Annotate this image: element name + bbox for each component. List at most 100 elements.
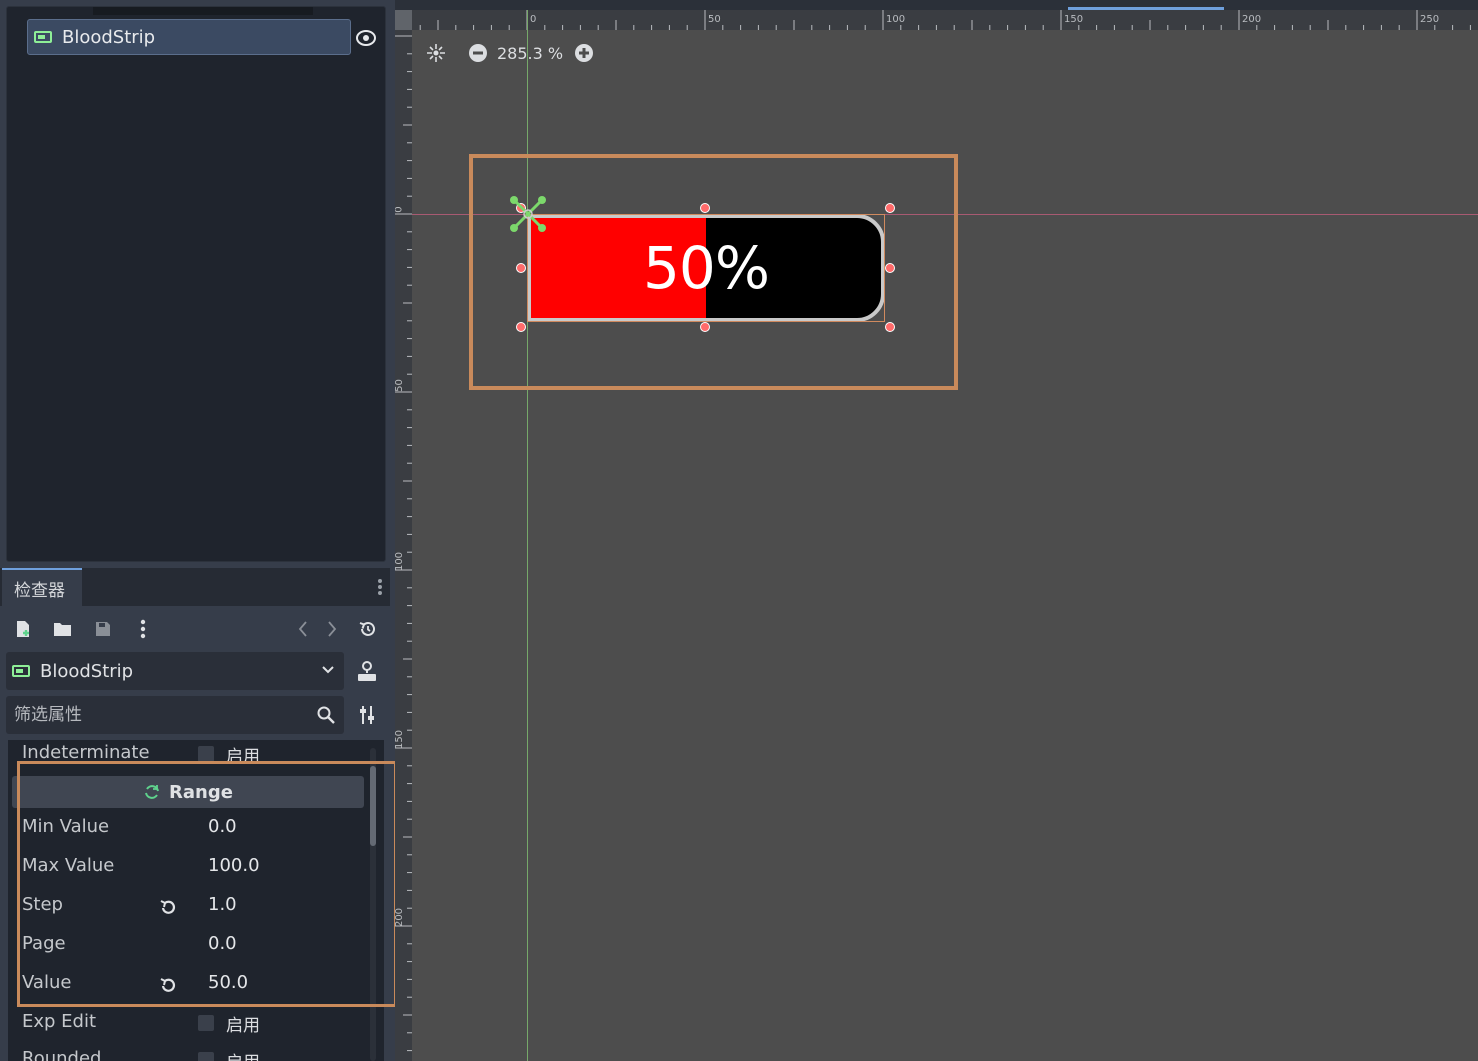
max-value-field[interactable]: 100.0 [208,855,260,876]
save-resource-button[interactable] [90,616,116,642]
revert-icon[interactable] [158,975,178,995]
ruler-label: 250 [1420,14,1440,25]
property-value: Value 50.0 [8,966,368,1004]
checkbox-label: 启用 [226,1048,260,1061]
ruler-label: 0 [395,206,405,212]
ruler-label: 150 [1064,14,1084,25]
history-back-button[interactable] [290,616,316,642]
property-page: Page 0.0 [8,927,368,965]
property-tools-button[interactable] [354,702,380,728]
property-rounded: Rounded 启用 [8,1042,368,1061]
visibility-eye-icon[interactable] [355,27,377,49]
object-selector-label: BloodStrip [40,660,134,682]
ruler-label: 100 [886,14,906,25]
scene-tree-panel: BloodStrip [6,6,386,562]
min-value-field[interactable]: 0.0 [208,816,237,837]
horizontal-ruler[interactable]: 0 50 100 150 200 250 [412,10,1478,30]
resize-handle-bottom-right[interactable] [885,322,895,332]
tools-icon [360,706,374,724]
indeterminate-checkbox[interactable] [198,746,214,762]
ruler-label: 200 [1242,14,1262,25]
resize-handle-bottom-left[interactable] [516,322,526,332]
scene-panel-top-strip [93,7,313,15]
property-scrollbar-thumb[interactable] [370,766,376,846]
resize-handle-left[interactable] [516,263,526,273]
ruler-label: 50 [395,379,405,392]
chevron-left-icon [298,621,307,637]
ruler-label: 50 [708,14,721,25]
property-list: Indeterminate 启用 Range Min Value 0.0 Max… [8,740,384,1061]
vertical-ruler-ticks [395,35,412,1052]
resize-handle-top[interactable] [700,203,710,213]
filter-properties-input[interactable] [14,705,304,725]
zoom-level-reset[interactable]: 285.3 % [497,44,563,63]
zoom-out-icon[interactable] [467,42,489,64]
center-view-icon[interactable] [425,42,447,64]
property-indeterminate: Indeterminate 启用 [8,740,368,774]
value-field[interactable]: 50.0 [208,972,248,993]
progress-percent-text: 50% [643,234,770,302]
vertical-origin-guide [527,10,528,1061]
resize-handle-right[interactable] [885,263,895,273]
property-max-value: Max Value 100.0 [8,849,368,887]
search-icon [317,706,335,724]
history-icon [359,621,375,636]
page-field[interactable]: 0.0 [208,933,237,954]
dock-menu-icon[interactable] [372,576,388,598]
property-min-value: Min Value 0.0 [8,810,368,848]
property-name: Max Value [22,855,115,876]
inspector-panel: BloodStrip Indeterminate 启用 [0,606,390,1061]
filter-properties-field[interactable] [6,696,344,734]
viewport-top-strip [395,0,1478,10]
property-name: Page [22,933,66,954]
folder-open-icon [54,623,71,636]
resource-menu-button[interactable] [130,616,156,642]
rounded-checkbox[interactable] [198,1052,214,1061]
open-resource-button[interactable] [50,616,76,642]
property-name: Min Value [22,816,110,837]
more-vertical-icon [140,619,146,639]
checkbox-label: 启用 [226,1016,260,1036]
new-file-icon [17,621,29,637]
range-section-title: Range [169,781,233,803]
progress-bar-node-icon [34,31,52,43]
anchor-pivot-icon[interactable] [507,193,549,235]
ruler-label: 0 [530,14,537,25]
resize-handle-top-right[interactable] [885,203,895,213]
property-name: Step [22,894,63,915]
step-field[interactable]: 1.0 [208,894,237,915]
exp-edit-checkbox[interactable] [198,1015,214,1031]
history-forward-button[interactable] [319,616,345,642]
save-icon [96,622,110,636]
horizontal-ruler-ticks [419,10,1471,30]
chevron-down-icon [322,666,334,674]
ruler-corner [395,10,412,30]
revert-icon[interactable] [158,897,178,917]
property-name: Indeterminate [22,742,150,763]
range-refresh-icon [145,785,160,799]
property-name: Rounded [22,1048,102,1061]
ruler-label: 150 [395,729,406,750]
open-documentation-button[interactable] [354,658,380,684]
vertical-ruler[interactable]: 0 50 100 150 200 [395,30,412,1061]
chevron-right-icon [328,621,337,637]
ruler-label: 200 [395,907,406,928]
tab-inspector[interactable]: 检查器 [2,568,82,606]
new-resource-button[interactable] [10,616,36,642]
scene-node-bloodstrip[interactable]: BloodStrip [27,19,351,55]
property-exp-edit: Exp Edit 启用 [8,1005,368,1043]
range-section-header[interactable]: Range [12,776,364,808]
recent-history-button[interactable] [355,616,381,642]
canvas-viewport[interactable]: 0 50 100 150 200 250 0 50 100 150 200 28… [395,0,1478,1061]
zoom-in-icon[interactable] [573,42,595,64]
property-name: Exp Edit [22,1011,97,1032]
scene-node-label: BloodStrip [62,26,156,48]
blood-strip-progress-bar[interactable]: 50% [527,214,885,322]
property-name: Value [22,972,72,993]
checkbox-label: 启用 [226,747,260,767]
doc-help-icon [358,661,376,681]
zoom-controls: 285.3 % [425,40,595,66]
resize-handle-bottom[interactable] [700,322,710,332]
object-selector[interactable]: BloodStrip [6,652,344,690]
progress-bar-node-icon [12,665,30,677]
